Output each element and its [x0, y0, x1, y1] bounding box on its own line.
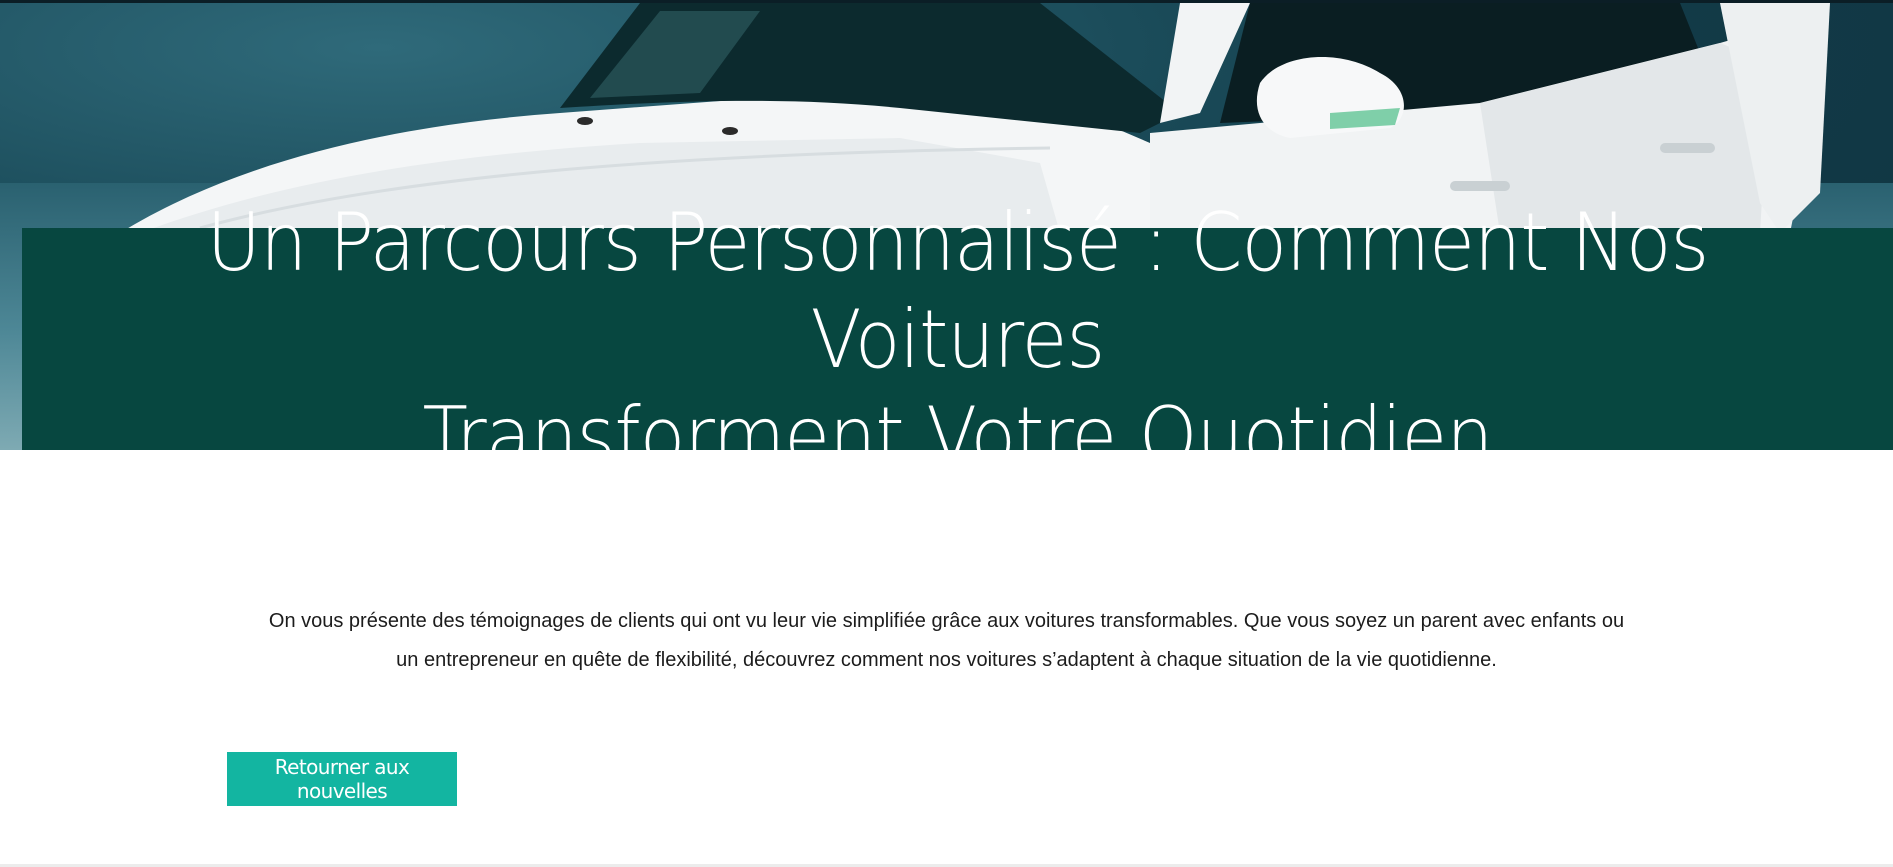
intro-line-2: un entrepreneur en quête de flexibilité,… [396, 649, 1497, 671]
title-line-1: Un Parcours Personnalisé : Comment Nos V… [206, 195, 1710, 386]
page-title: Un Parcours Personnalisé : Comment Nos V… [87, 194, 1827, 485]
title-panel: Un Parcours Personnalisé : Comment Nos V… [22, 196, 1893, 483]
back-to-news-button[interactable]: Retourner aux nouvelles [227, 752, 457, 806]
article-intro: On vous présente des témoignages de clie… [220, 602, 1673, 680]
intro-line-1: On vous présente des témoignages de clie… [268, 610, 1625, 632]
title-line-2: Transforment Votre Quotidien [422, 389, 1494, 483]
